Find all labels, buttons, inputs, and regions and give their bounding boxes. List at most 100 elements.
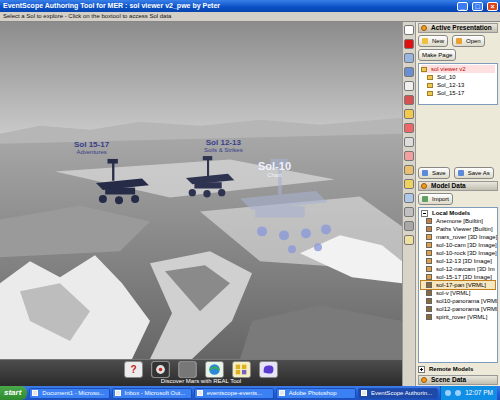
blank-icon[interactable] [404,137,414,147]
panel-spacer [418,107,498,165]
tree-label: sol viewer v2 [431,65,466,73]
button-icon [422,38,428,44]
start-button[interactable]: start [0,386,27,400]
terrain-image [0,22,402,359]
panel-button[interactable]: Make Page [418,49,456,61]
model-label: sol-17-pan [VRML] [436,281,486,289]
button-label: Save [432,169,446,177]
camera-icon[interactable] [404,67,414,77]
model-label: spirit_rover [VRML] [436,313,487,321]
model-icon [426,250,432,256]
model-label: sol-10-cam [3D Image] [436,241,497,249]
task-label: Adobe Photoshop [289,389,337,398]
button-label: Import [432,195,449,203]
panel-button[interactable]: Open [452,35,485,47]
model-item[interactable]: mars_rover [3D Image] [421,233,495,241]
remote-models-group[interactable]: Remote Models [418,365,498,373]
folder-icon [427,91,433,96]
taskbar-button[interactable]: eventscope-events... [194,388,274,399]
tree-item[interactable]: sol viewer v2 [421,65,495,73]
model-item[interactable]: Paths Viewer [Builtin] [421,225,495,233]
model-item[interactable]: sol-12-navcam [3D Im [421,265,495,273]
model-item[interactable]: spirit_rover [VRML] [421,313,495,321]
help-button[interactable]: ? [124,361,143,378]
tree-item[interactable]: Sol_10 [421,73,495,81]
grid-icon[interactable] [232,361,251,378]
model-item[interactable]: sol-v [VRML] [421,289,495,297]
delete-icon[interactable] [404,151,414,161]
panel-button[interactable]: Save [418,167,450,179]
local-models-group[interactable]: Local Models [421,209,495,217]
pen-icon[interactable] [404,123,414,133]
grid-tool-icon[interactable] [404,221,414,231]
taskbar-button[interactable]: Inbox - Microsoft Out... [112,388,192,399]
panel-title: Active Presentation [431,24,492,32]
model-label: sol10-panorama [VRML] [436,297,498,305]
expander-icon[interactable] [418,366,425,373]
taskbar-button[interactable]: Adobe Photoshop [276,388,356,399]
model-item[interactable]: sol-10-rock [3D Image] [421,249,495,257]
spot-icon[interactable] [151,361,170,378]
panel-header: Scene Data [418,375,498,385]
button-label: New [432,37,444,45]
layers-icon[interactable] [404,207,414,217]
panel-dot-icon [421,377,427,383]
model-icon [426,306,432,312]
presentation-tree: sol viewer v2Sol_10Sol_12-13Sol_15-17 [418,63,498,105]
tree-item[interactable]: Sol_12-13 [421,81,495,89]
marker-title: Sol 12-13 [204,138,243,147]
tree-item[interactable]: Sol_15-17 [421,89,495,97]
blob-icon[interactable] [259,361,278,378]
taskbar-button[interactable]: EventScope Authorin... [358,388,438,399]
window-control-button[interactable]: × [487,2,498,11]
sol-marker[interactable]: Sol 12-13Soils & Strikes [204,138,243,154]
model-item[interactable]: sol-10-cam [3D Image] [421,241,495,249]
window-control-button[interactable]: □ [472,2,483,11]
model-item[interactable]: Anemone [Builtin] [421,217,495,225]
page-icon[interactable] [404,81,414,91]
blank-tool-icon[interactable] [178,361,197,378]
expander-icon[interactable] [421,210,428,217]
model-item[interactable]: sol10-panorama [VRML] [421,297,495,305]
select-tool-icon[interactable] [404,25,414,35]
taskbar-button[interactable]: Document1 - Microso... [29,388,109,399]
sol-marker[interactable]: Sol-10Chart [258,160,291,179]
marker-title: Sol 15-17 [74,140,109,149]
note-icon[interactable] [404,235,414,245]
folder-icon [421,67,427,72]
model-label: sol-12-13 [3D Image] [436,257,492,265]
model-item[interactable]: sol-12-13 [3D Image] [421,257,495,265]
import-row: Import [418,193,498,205]
mars-scene[interactable]: Sol 15-17Adventures Sol 12-13Soils & Stri… [0,22,402,359]
model-item[interactable]: sol-17-pan [VRML] [421,281,495,289]
title-bar: EventScope Authoring Tool for MER : sol … [0,0,500,12]
window-control-button[interactable]: _ [457,2,468,11]
panel-button[interactable]: New [418,35,448,47]
volume-icon[interactable] [455,390,461,396]
panel-button[interactable]: Import [418,193,453,205]
sol-marker[interactable]: Sol 15-17Adventures [74,140,109,156]
system-tray: 12:07 PM [440,386,497,400]
light-icon[interactable] [404,179,414,189]
model-icon [426,298,432,304]
toolbar-icons: ? [124,361,278,378]
make-page-row: Make Page [418,49,498,61]
panel-button[interactable]: Save As [454,167,494,179]
globe-icon[interactable] [205,361,224,378]
button-label: Save As [468,169,490,177]
model-item[interactable]: sol-15-17 [3D Image] [421,273,495,281]
model-icon [426,218,432,224]
view-icon[interactable] [404,193,414,203]
panel-title: Model Data [431,182,466,190]
model-icon [426,266,432,272]
save-buttons: Save Save As [418,167,498,179]
network-icon[interactable] [445,390,451,396]
window-controls: _ □ × [457,2,498,11]
model-item[interactable]: sol12-panorama [VRML] [421,305,495,313]
pointer-icon[interactable] [404,53,414,63]
marker-icon[interactable] [404,95,414,105]
panel-header: Active Presentation [418,23,498,33]
sun-icon[interactable] [404,165,414,175]
color-icon[interactable] [404,39,414,49]
text-tool-icon[interactable] [404,109,414,119]
